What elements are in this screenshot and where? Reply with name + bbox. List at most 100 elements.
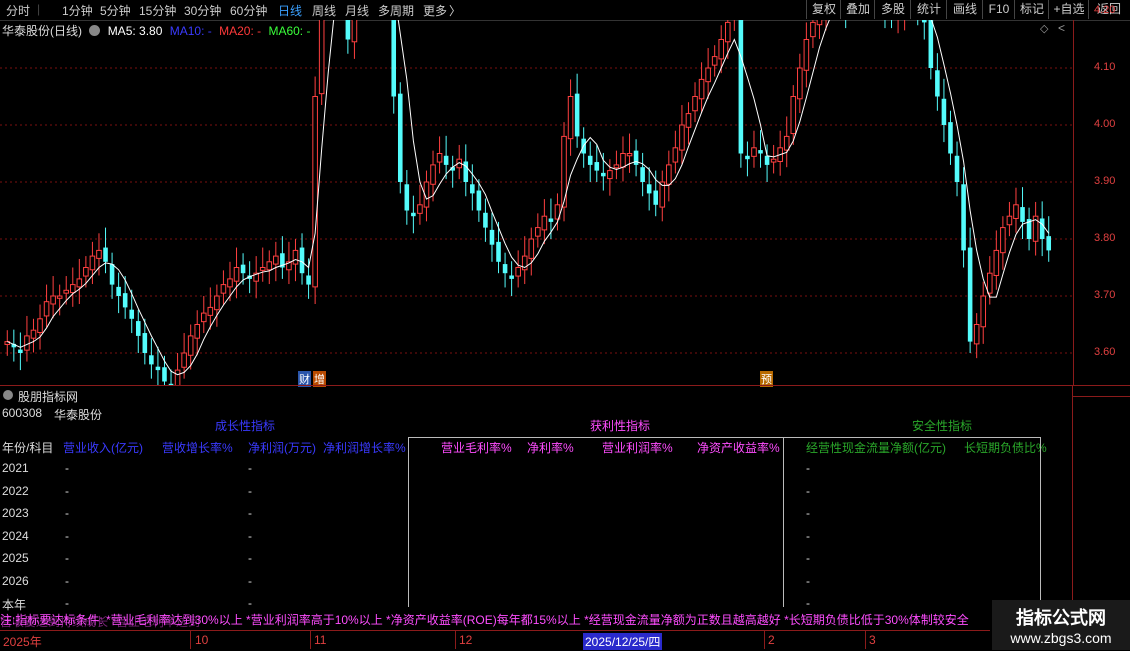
more-arrow-icon[interactable]: 〉 (449, 2, 461, 19)
candle[interactable] (528, 227, 535, 276)
candle[interactable] (483, 198, 488, 242)
candle[interactable] (915, 20, 920, 26)
candle[interactable] (470, 164, 475, 211)
candle[interactable] (770, 144, 777, 174)
candle[interactable] (1006, 201, 1013, 237)
candle[interactable] (783, 116, 790, 168)
candle[interactable] (659, 170, 666, 222)
candle[interactable] (594, 144, 600, 182)
candle[interactable] (496, 221, 501, 274)
candle[interactable] (803, 22, 810, 88)
candle[interactable] (4, 330, 11, 356)
pane-divider[interactable] (0, 385, 1130, 386)
candle[interactable] (810, 20, 816, 49)
candle[interactable] (280, 236, 285, 279)
tab-15min[interactable]: 15分钟 (139, 2, 176, 19)
candle[interactable] (411, 195, 416, 234)
candle[interactable] (69, 267, 76, 307)
candle[interactable] (896, 20, 901, 34)
candle[interactable] (718, 25, 725, 74)
candle[interactable] (24, 315, 30, 362)
candle[interactable] (50, 276, 56, 319)
candle[interactable] (273, 241, 279, 282)
candle[interactable] (672, 130, 679, 174)
candle[interactable] (351, 20, 358, 59)
candle[interactable] (1046, 216, 1052, 262)
candle[interactable] (306, 258, 311, 299)
candle[interactable] (581, 127, 586, 168)
tab-weekly[interactable]: 周线 (312, 2, 336, 19)
candle[interactable] (1039, 201, 1045, 257)
candle[interactable] (607, 159, 613, 196)
candle[interactable] (1013, 187, 1019, 233)
candle[interactable] (941, 78, 947, 143)
candle[interactable] (259, 247, 266, 282)
candle[interactable] (692, 82, 698, 123)
candle[interactable] (751, 130, 757, 168)
candle[interactable] (797, 53, 803, 114)
candle[interactable] (738, 20, 744, 168)
candle[interactable] (456, 144, 463, 180)
candle[interactable] (705, 48, 711, 99)
candle[interactable] (935, 53, 940, 111)
candle[interactable] (711, 45, 718, 77)
candle[interactable] (745, 141, 750, 177)
candle[interactable] (679, 105, 685, 165)
candle[interactable] (777, 130, 783, 176)
candle[interactable] (574, 73, 580, 148)
candlestick-chart[interactable]: 4.633.48 (0, 20, 1072, 385)
candle[interactable] (220, 270, 227, 305)
candle[interactable] (521, 236, 528, 285)
candle[interactable] (194, 310, 201, 356)
candle[interactable] (993, 230, 1000, 290)
candle[interactable] (397, 82, 403, 194)
candle[interactable] (620, 136, 626, 182)
candle[interactable] (921, 20, 927, 40)
candle[interactable] (633, 139, 639, 177)
candle[interactable] (843, 20, 848, 29)
candle[interactable] (640, 152, 645, 197)
candle[interactable] (76, 258, 83, 304)
tab-more[interactable]: 更多 (423, 2, 447, 19)
candle[interactable] (816, 20, 823, 39)
candle[interactable] (954, 141, 960, 197)
candle[interactable] (626, 133, 633, 173)
candle[interactable] (174, 353, 181, 385)
candle[interactable] (666, 150, 672, 202)
candle[interactable] (404, 170, 410, 225)
candle[interactable] (1000, 216, 1006, 270)
tab-timeshare[interactable]: 分时 (6, 2, 30, 19)
candle[interactable] (436, 136, 443, 174)
candle[interactable] (535, 213, 541, 248)
tab-multi-period[interactable]: 多周期 (378, 2, 414, 19)
candle[interactable] (450, 155, 455, 188)
candle[interactable] (312, 76, 318, 304)
candle[interactable] (135, 309, 141, 353)
button-add-watchlist[interactable]: +自选 (1048, 0, 1089, 19)
tab-monthly[interactable]: 月线 (345, 2, 369, 19)
candle[interactable] (214, 284, 220, 327)
button-fuquan[interactable]: 复权 (806, 0, 841, 19)
tab-5min[interactable]: 5分钟 (100, 2, 131, 19)
candle[interactable] (1020, 187, 1025, 239)
candle[interactable] (948, 110, 953, 165)
candle[interactable] (37, 304, 43, 350)
tab-daily[interactable]: 日线 (278, 2, 302, 19)
button-multi-stock[interactable]: 多股 (874, 0, 911, 19)
candle[interactable] (883, 20, 888, 29)
candle[interactable] (502, 252, 508, 288)
candle[interactable] (43, 284, 50, 328)
candle[interactable] (109, 252, 115, 299)
candle[interactable] (233, 247, 240, 299)
candle[interactable] (587, 141, 593, 182)
candle[interactable] (318, 20, 325, 106)
candle[interactable] (509, 261, 514, 296)
candle[interactable] (30, 318, 37, 353)
tab-1min[interactable]: 1分钟 (62, 2, 93, 19)
candle[interactable] (601, 152, 606, 191)
candle[interactable] (731, 20, 738, 31)
candle[interactable] (646, 167, 652, 211)
candle[interactable] (515, 250, 521, 288)
button-draw-line[interactable]: 画线 (946, 0, 983, 19)
candle[interactable] (758, 130, 763, 168)
